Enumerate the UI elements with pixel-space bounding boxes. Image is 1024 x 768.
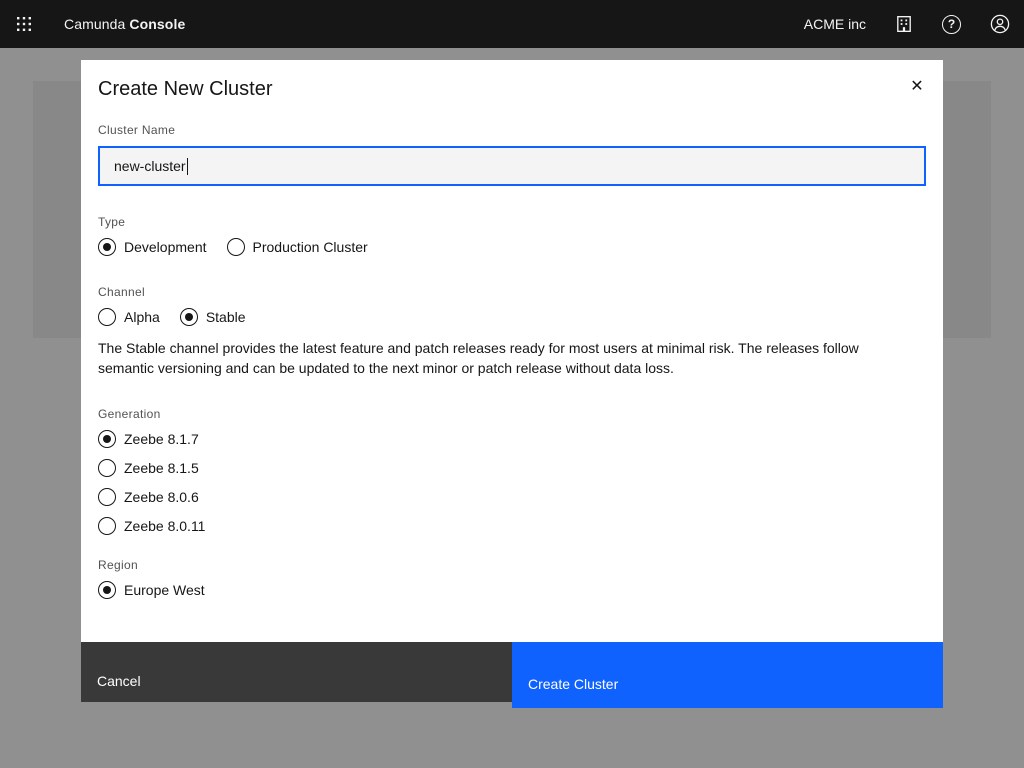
user-button[interactable] xyxy=(990,14,1010,34)
radio-icon xyxy=(98,488,116,506)
brand: Camunda Console xyxy=(64,16,185,32)
region-options: Europe West xyxy=(98,581,926,599)
radio-icon xyxy=(98,459,116,477)
app-grid-icon xyxy=(16,16,32,32)
generation-options: Zeebe 8.1.7 Zeebe 8.1.5 Zeebe 8.0.6 Zeeb… xyxy=(98,430,926,535)
text-caret xyxy=(187,158,188,175)
brand-name: Camunda xyxy=(64,16,125,32)
radio-label: Stable xyxy=(206,308,246,326)
app-switcher-button[interactable] xyxy=(0,0,48,48)
radio-icon xyxy=(98,430,116,448)
radio-label: Production Cluster xyxy=(253,238,368,256)
radio-label: Zeebe 8.1.5 xyxy=(124,459,199,477)
radio-icon xyxy=(98,308,116,326)
region-group: Region Europe West xyxy=(98,557,926,599)
radio-label: Zeebe 8.0.11 xyxy=(124,517,205,535)
channel-label: Channel xyxy=(98,284,926,300)
cluster-name-value: new-cluster xyxy=(114,158,186,174)
radio-label: Zeebe 8.0.6 xyxy=(124,488,199,506)
radio-icon xyxy=(98,581,116,599)
radio-option-alpha[interactable]: Alpha xyxy=(98,308,160,326)
radio-option-stable[interactable]: Stable xyxy=(180,308,246,326)
radio-icon xyxy=(98,517,116,535)
help-icon: ? xyxy=(942,15,961,34)
help-button[interactable]: ? xyxy=(942,15,961,34)
close-icon: ✕ xyxy=(910,76,923,96)
radio-icon xyxy=(227,238,245,256)
create-cluster-button[interactable]: Create Cluster xyxy=(512,642,943,708)
building-icon xyxy=(895,15,913,33)
radio-label: Development xyxy=(124,238,207,256)
modal-content: Create New Cluster ✕ Cluster Name new-cl… xyxy=(81,60,943,642)
user-icon xyxy=(990,14,1010,34)
cluster-name-input[interactable]: new-cluster xyxy=(98,146,926,186)
radio-option-production-cluster[interactable]: Production Cluster xyxy=(227,238,368,256)
modal-title: Create New Cluster xyxy=(98,76,926,102)
organization-button[interactable] xyxy=(895,15,913,33)
channel-group: Channel Alpha Stable The Stable channel … xyxy=(98,284,926,378)
modal-footer: Cancel Create Cluster xyxy=(81,642,943,708)
region-label: Region xyxy=(98,557,926,573)
org-name[interactable]: ACME inc xyxy=(804,16,866,32)
radio-icon xyxy=(180,308,198,326)
brand-product: Console xyxy=(129,16,185,32)
top-header: Camunda Console ACME inc ? xyxy=(0,0,1024,48)
radio-icon xyxy=(98,238,116,256)
channel-description: The Stable channel provides the latest f… xyxy=(98,338,890,378)
type-label: Type xyxy=(98,214,926,230)
radio-label: Alpha xyxy=(124,308,160,326)
radio-option-zeebe-8-1-7[interactable]: Zeebe 8.1.7 xyxy=(98,430,926,448)
radio-option-development[interactable]: Development xyxy=(98,238,207,256)
create-cluster-modal: Create New Cluster ✕ Cluster Name new-cl… xyxy=(81,60,943,708)
generation-group: Generation Zeebe 8.1.7 Zeebe 8.1.5 Zeebe… xyxy=(98,406,926,535)
radio-label: Europe West xyxy=(124,581,205,599)
close-button[interactable]: ✕ xyxy=(901,70,933,102)
radio-option-zeebe-8-0-6[interactable]: Zeebe 8.0.6 xyxy=(98,488,926,506)
radio-option-zeebe-8-1-5[interactable]: Zeebe 8.1.5 xyxy=(98,459,926,477)
type-group: Type Development Production Cluster xyxy=(98,214,926,256)
cluster-name-label: Cluster Name xyxy=(98,122,926,138)
radio-label: Zeebe 8.1.7 xyxy=(124,430,199,448)
radio-option-europe-west[interactable]: Europe West xyxy=(98,581,926,599)
generation-label: Generation xyxy=(98,406,926,422)
type-options: Development Production Cluster xyxy=(98,238,926,256)
cancel-button[interactable]: Cancel xyxy=(81,642,512,702)
header-actions: ACME inc ? xyxy=(804,14,1024,34)
channel-options: Alpha Stable xyxy=(98,308,926,326)
radio-option-zeebe-8-0-11[interactable]: Zeebe 8.0.11 xyxy=(98,517,926,535)
